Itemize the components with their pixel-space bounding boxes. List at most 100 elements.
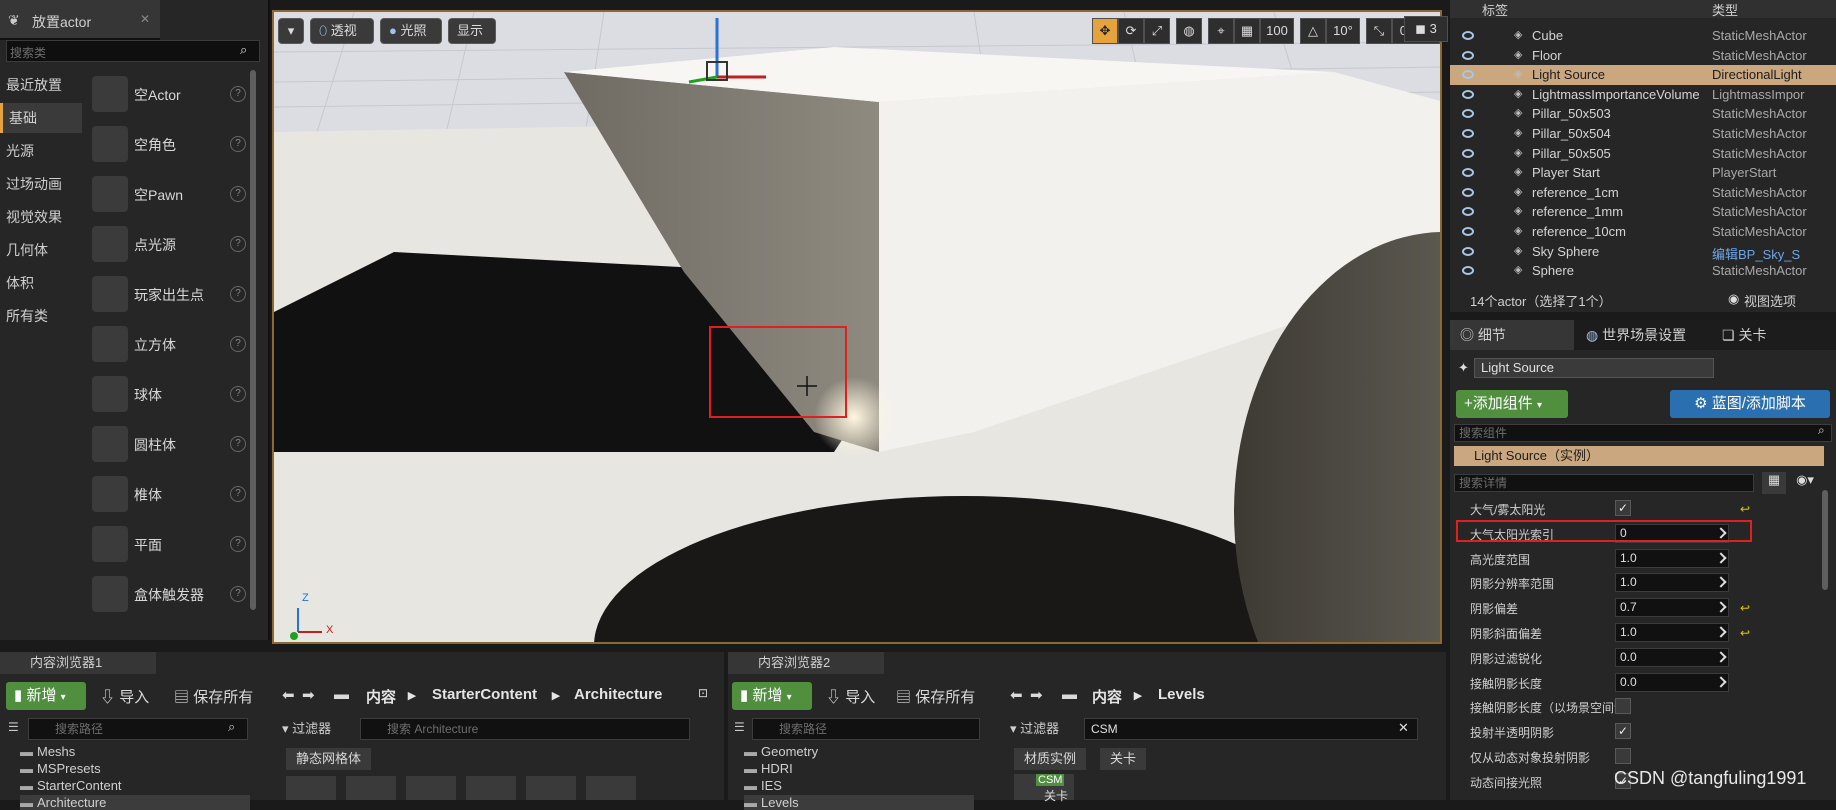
property-value-field[interactable]: 1.0 bbox=[1615, 548, 1729, 568]
place-item[interactable]: 空Pawn? bbox=[90, 170, 250, 218]
blueprint-button[interactable]: ⚙ 蓝图/添加脚本 bbox=[1670, 390, 1830, 418]
category-item[interactable]: 最近放置 bbox=[0, 70, 82, 100]
lit-mode-button[interactable]: ● 光照 bbox=[380, 18, 442, 44]
place-item[interactable]: 点光源? bbox=[90, 220, 250, 268]
outliner-row[interactable]: ◈ Pillar_50x505 StaticMeshActor bbox=[1450, 144, 1836, 164]
tab-world-settings[interactable]: ◍ 世界场景设置 bbox=[1578, 320, 1712, 350]
camera-speed-button[interactable]: ◼ 3 bbox=[1404, 16, 1448, 42]
back-button[interactable]: ⬅ bbox=[282, 686, 295, 704]
spin-handle-icon[interactable] bbox=[1715, 675, 1727, 688]
outliner-row[interactable]: ◈ Light Source DirectionalLight bbox=[1450, 65, 1836, 85]
place-item[interactable]: 空Actor? bbox=[90, 70, 250, 118]
property-value-field[interactable]: 0.0 bbox=[1615, 672, 1729, 692]
property-checkbox[interactable]: ✓ bbox=[1615, 723, 1631, 740]
visibility-eye-icon[interactable] bbox=[1462, 187, 1474, 197]
reset-to-default-icon[interactable]: ↩ bbox=[1740, 502, 1750, 516]
rotation-snap-toggle[interactable]: △ bbox=[1300, 18, 1326, 44]
help-icon[interactable]: ? bbox=[230, 236, 246, 252]
asset-tile[interactable] bbox=[406, 776, 456, 800]
outliner-row[interactable]: ◈ Sphere StaticMeshActor bbox=[1450, 261, 1836, 281]
folder-tree-item[interactable]: ▬ MSPresets bbox=[20, 761, 101, 776]
filter-chip-level[interactable]: 关卡 bbox=[1100, 748, 1147, 770]
property-value-field[interactable]: 0.7 bbox=[1615, 598, 1729, 618]
place-item[interactable]: 空角色? bbox=[90, 120, 250, 168]
tab-level[interactable]: ❏ 关卡 bbox=[1712, 320, 1802, 350]
outliner-row[interactable]: ◈ reference_10cm StaticMeshActor bbox=[1450, 222, 1836, 242]
path-content[interactable]: 内容 bbox=[366, 686, 396, 707]
save-all-button[interactable]: ▤ 保存所有 bbox=[896, 686, 975, 707]
asset-tile[interactable] bbox=[466, 776, 516, 800]
path-content[interactable]: 内容 bbox=[1092, 686, 1122, 707]
back-button[interactable]: ⬅ bbox=[1010, 686, 1023, 704]
sources-toggle-icon[interactable]: ☰ bbox=[734, 720, 745, 734]
category-item[interactable]: 基础 bbox=[0, 103, 82, 133]
content-browser-1-tab[interactable]: 内容浏览器1 bbox=[0, 652, 156, 674]
property-matrix-button[interactable]: ▦ bbox=[1762, 472, 1786, 494]
sources-toggle-icon[interactable]: ☰ bbox=[8, 720, 19, 734]
path-levels[interactable]: Levels bbox=[1158, 686, 1205, 703]
search-components-input[interactable]: 搜索组件 bbox=[1454, 424, 1832, 442]
filter-chip-static-mesh[interactable]: 静态网格体 bbox=[286, 748, 372, 770]
reset-to-default-icon[interactable]: ↩ bbox=[1740, 601, 1750, 615]
asset-tile[interactable] bbox=[346, 776, 396, 800]
visibility-eye-icon[interactable] bbox=[1462, 266, 1474, 276]
help-icon[interactable]: ? bbox=[230, 286, 246, 302]
forward-button[interactable]: ➡ bbox=[1030, 686, 1043, 704]
scale-snap-toggle[interactable]: ⤡ bbox=[1366, 18, 1392, 44]
visibility-eye-icon[interactable] bbox=[1462, 50, 1474, 60]
save-all-button[interactable]: ▤ 保存所有 bbox=[174, 686, 253, 707]
asset-tile[interactable] bbox=[586, 776, 636, 800]
search-path-input[interactable]: 搜索路径 bbox=[752, 718, 980, 740]
visibility-eye-icon[interactable] bbox=[1462, 227, 1474, 236]
import-button[interactable]: ⇩ 导入 bbox=[826, 686, 875, 707]
place-actors-tab[interactable]: ❦ 放置actor ✕ bbox=[0, 0, 160, 40]
folder-tree-item[interactable]: ▬ Meshs bbox=[20, 744, 75, 759]
search-assets-input[interactable]: 搜索 Architecture bbox=[360, 718, 690, 740]
visibility-eye-icon[interactable] bbox=[1462, 70, 1474, 80]
help-icon[interactable]: ? bbox=[230, 586, 246, 602]
property-value-field[interactable]: 1.0 bbox=[1615, 573, 1729, 593]
filter-button[interactable]: ▾ 过滤器 bbox=[1010, 718, 1082, 740]
visibility-eye-icon[interactable] bbox=[1462, 89, 1474, 99]
property-checkbox[interactable] bbox=[1615, 748, 1631, 764]
tab-details[interactable]: ◎ 细节 bbox=[1450, 320, 1574, 350]
import-button[interactable]: ⇩ 导入 bbox=[100, 686, 149, 707]
lock-icon[interactable]: ⊡ bbox=[698, 686, 708, 700]
rotate-tool-button[interactable]: ⟳ bbox=[1118, 18, 1144, 44]
outliner-row[interactable]: ◈ reference_1mm StaticMeshActor bbox=[1450, 202, 1836, 222]
forward-button[interactable]: ➡ bbox=[302, 686, 315, 704]
category-item[interactable]: 几何体 bbox=[0, 235, 82, 265]
asset-tile-csm[interactable]: CSM 关卡 bbox=[1014, 774, 1074, 803]
viewport-options-button[interactable]: ▾ bbox=[278, 18, 304, 44]
category-item[interactable]: 所有类 bbox=[0, 301, 82, 331]
folder-tree-item[interactable]: ▬ Geometry bbox=[744, 744, 818, 759]
outliner-row[interactable]: ◈ Floor StaticMeshActor bbox=[1450, 46, 1836, 66]
place-item[interactable]: 立方体? bbox=[90, 320, 250, 368]
place-item[interactable]: 球体? bbox=[90, 370, 250, 418]
folder-tree-item[interactable]: ▬ Architecture bbox=[20, 795, 250, 810]
category-item[interactable]: 体积 bbox=[0, 268, 82, 298]
property-checkbox[interactable] bbox=[1615, 698, 1631, 715]
outliner-row[interactable]: ◈ LightmassImportanceVolume LightmassImpor bbox=[1450, 85, 1836, 105]
surface-snap-button[interactable]: ⌖ bbox=[1208, 18, 1234, 44]
column-type-header[interactable]: 类型 bbox=[1712, 0, 1738, 19]
new-button[interactable]: ▮ 新增 ▾ bbox=[6, 682, 86, 710]
place-item[interactable]: 玩家出生点? bbox=[90, 270, 250, 318]
outliner-row[interactable]: ◈ Pillar_50x504 StaticMeshActor bbox=[1450, 124, 1836, 144]
help-icon[interactable]: ? bbox=[230, 186, 246, 202]
folder-tree-item[interactable]: ▬ StarterContent bbox=[20, 778, 122, 793]
actor-name-field[interactable]: Light Source bbox=[1474, 358, 1714, 378]
spin-handle-icon[interactable] bbox=[1715, 576, 1727, 589]
place-item[interactable]: 椎体? bbox=[90, 470, 250, 518]
clear-search-icon[interactable]: ✕ bbox=[1398, 720, 1409, 736]
perspective-button[interactable]: ⬯ 透视 bbox=[310, 18, 374, 44]
spin-handle-icon[interactable] bbox=[1715, 551, 1727, 564]
asset-tile[interactable] bbox=[526, 776, 576, 800]
asset-tile[interactable] bbox=[286, 776, 336, 800]
level-viewport[interactable]: Z X ▾ ⬯ 透视 ● 光照 显示 ✥ ⟳ ⤢ ◍ ⌖ ▦ 100 △ 10°… bbox=[272, 10, 1442, 644]
column-label-header[interactable]: 标签 bbox=[1482, 0, 1508, 19]
category-item[interactable]: 视觉效果 bbox=[0, 202, 82, 232]
scrollbar[interactable] bbox=[250, 70, 256, 610]
add-component-button[interactable]: +添加组件 ▾ bbox=[1456, 390, 1568, 418]
outliner-row[interactable]: ◈ Player Start PlayerStart bbox=[1450, 163, 1836, 183]
